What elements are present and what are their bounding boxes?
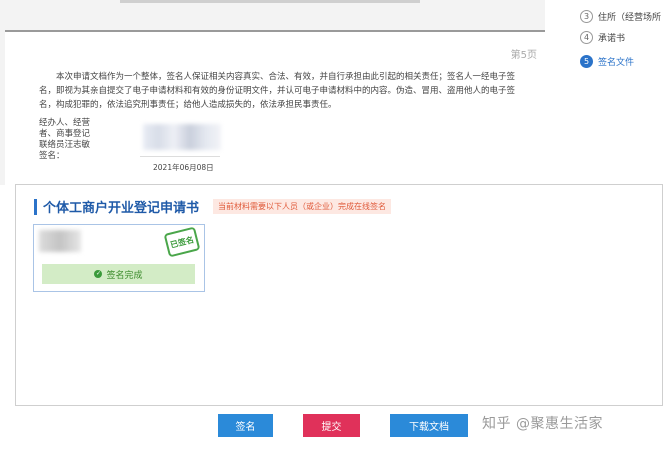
sign-status-text: 签名完成 bbox=[106, 270, 143, 281]
page-number: 第5页 bbox=[510, 50, 537, 61]
signature-date: 2021年06月08日 bbox=[153, 163, 214, 172]
signed-stamp-icon: 已签名 bbox=[163, 226, 201, 258]
action-bar: 签名 提交 下载文档 知乎 @聚惠生活家 bbox=[0, 406, 663, 451]
step-item-sign-documents[interactable]: 5 签名文件 bbox=[580, 53, 634, 69]
sign-panel: 个体工商户开业登记申请书 当前材料需要以下人员（或企业）完成在线签名 已签名 ✓… bbox=[15, 184, 663, 406]
document-preview: 第5页 本次申请文档作为一个整体，签名人保证相关内容真实、合法、有效，并自行承担… bbox=[0, 0, 545, 192]
watermark: 知乎 @聚惠生活家 bbox=[482, 416, 603, 432]
document-page: 第5页 本次申请文档作为一个整体，签名人保证相关内容真实、合法、有效，并自行承担… bbox=[5, 30, 545, 192]
step-item-commitment[interactable]: 4 承诺书 bbox=[580, 29, 625, 45]
panel-title: 个体工商户开业登记申请书 bbox=[43, 201, 200, 216]
signer-avatar bbox=[39, 230, 81, 252]
panel-header: 个体工商户开业登记申请书 当前材料需要以下人员（或企业）完成在线签名 bbox=[34, 197, 392, 216]
step-list: 3 住所（经营场所 4 承诺书 5 签名文件 bbox=[560, 0, 663, 80]
step-number: 3 bbox=[580, 9, 593, 23]
step-number: 5 bbox=[580, 54, 593, 68]
top-scrollbar[interactable] bbox=[120, 0, 420, 3]
step-label: 签名文件 bbox=[598, 57, 635, 68]
step-label: 承诺书 bbox=[598, 33, 626, 44]
submit-button[interactable]: 提交 bbox=[303, 414, 360, 437]
signature-statement: 本次申请文档作为一个整体，签名人保证相关内容真实、合法、有效，并自行承担由此引起… bbox=[39, 72, 516, 110]
step-number: 4 bbox=[580, 30, 593, 44]
step-label: 住所（经营场所 bbox=[598, 12, 662, 23]
sign-button[interactable]: 签名 bbox=[218, 414, 273, 437]
step-item-address[interactable]: 3 住所（经营场所 bbox=[580, 8, 661, 24]
signature-divider bbox=[140, 156, 220, 157]
check-circle-icon: ✓ bbox=[94, 270, 103, 278]
sign-status-bar: ✓ 签名完成 bbox=[42, 264, 195, 284]
signer-label: 经办人、经营者、商事登记联络员汪志敏 签名： bbox=[39, 118, 91, 161]
title-accent-bar bbox=[34, 198, 37, 215]
signature-image bbox=[143, 124, 221, 150]
download-document-button[interactable]: 下载文档 bbox=[390, 414, 468, 437]
sign-notice: 当前材料需要以下人员（或企业）完成在线签名 bbox=[213, 199, 392, 214]
signer-card[interactable]: 已签名 ✓ 签名完成 bbox=[33, 224, 205, 292]
